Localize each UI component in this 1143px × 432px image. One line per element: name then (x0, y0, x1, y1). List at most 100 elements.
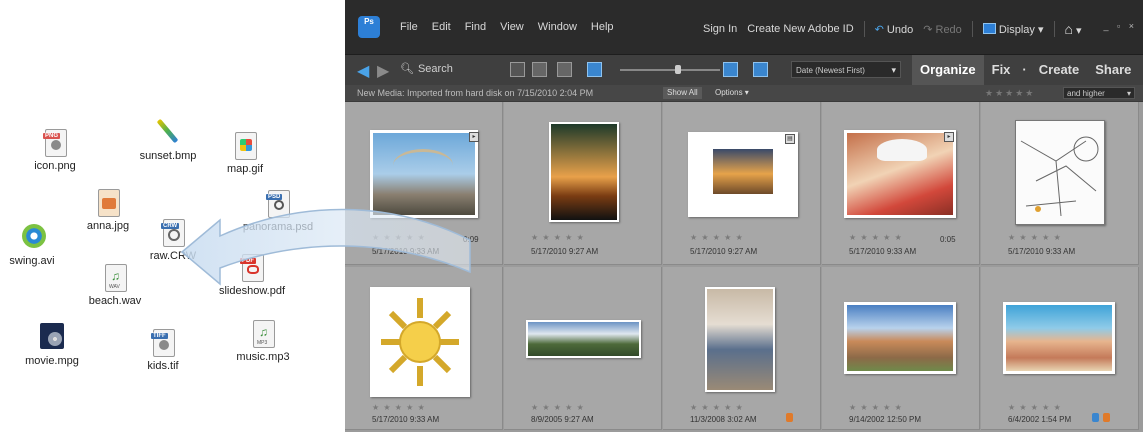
media-thumbnail[interactable]: ★ ★ ★ ★ ★ 9/14/2002 12:50 PM (822, 267, 980, 430)
crw-file-icon: CRW (160, 217, 186, 247)
media-thumbnail[interactable]: ▤ ★ ★ ★ ★ ★ 5/17/2010 9:27 AM (663, 102, 821, 265)
menu-file[interactable]: File (400, 21, 418, 33)
display-menu[interactable]: Display ▾ (982, 22, 1044, 36)
menu-help[interactable]: Help (591, 21, 614, 33)
star-rating[interactable]: ★ ★ ★ ★ ★ (690, 233, 744, 242)
star-rating[interactable]: ★ ★ ★ ★ ★ (372, 233, 426, 242)
search-dropdown-button[interactable] (510, 62, 525, 77)
show-all-button[interactable]: Show All (663, 87, 702, 99)
menu-view[interactable]: View (500, 21, 524, 33)
create-id-link[interactable]: Create New Adobe ID (747, 23, 853, 35)
media-date: 6/4/2002 1:54 PM (1008, 415, 1072, 424)
page-icon[interactable] (557, 62, 572, 77)
file-icon-pdf[interactable]: PDF slideshow.pdf (212, 252, 292, 297)
star-rating[interactable]: ★ ★ ★ ★ ★ (531, 233, 585, 242)
file-icon-avi[interactable]: swing.avi (0, 222, 72, 267)
file-icon-tif[interactable]: TIFF kids.tif (123, 327, 203, 372)
map-lines-graphic (1020, 136, 1099, 217)
media-date: 5/17/2010 9:33 AM (1008, 247, 1076, 256)
sun-graphic (381, 298, 459, 386)
zoom-slider[interactable] (620, 69, 720, 71)
file-icon-crw[interactable]: CRW raw.CRW (133, 217, 213, 262)
media-thumbnail[interactable]: ★ ★ ★ ★ ★ 11/3/2008 3:02 AM (663, 267, 821, 430)
file-icon-mp3[interactable]: ♫ MP3 music.mp3 (223, 318, 303, 363)
window-controls[interactable]: _ ▫ × (1104, 21, 1137, 31)
tif-file-icon: TIFF (150, 327, 176, 357)
search-input[interactable]: 🔍︎ Search (400, 62, 500, 76)
mode-tabs: Organize Fix · Create Share (912, 55, 1139, 85)
star-rating[interactable]: ★ ★ ★ ★ ★ (1008, 403, 1062, 412)
star-rating[interactable]: ★ ★ ★ ★ ★ (849, 233, 903, 242)
tab-share[interactable]: Share (1087, 55, 1139, 85)
home-button[interactable]: ⌂ ▾ (1065, 21, 1082, 37)
file-label: music.mp3 (236, 351, 290, 363)
photo-sunset-framed (688, 132, 798, 217)
full-screen-icon[interactable] (753, 62, 768, 77)
undo-button[interactable]: ↶ Undo (875, 23, 914, 36)
file-icon-png[interactable]: PNG icon.png (15, 127, 95, 172)
tab-separator: · (1022, 62, 1027, 77)
file-icon-gif[interactable]: map.gif (205, 130, 285, 175)
single-view-icon[interactable] (723, 62, 738, 77)
file-icon-bmp[interactable]: sunset.bmp (128, 117, 208, 162)
tab-organize[interactable]: Organize (912, 55, 984, 85)
sign-in-link[interactable]: Sign In (703, 23, 737, 35)
sort-order-select[interactable]: Date (Newest First) (791, 61, 901, 79)
menu-edit[interactable]: Edit (432, 21, 451, 33)
file-icon-psd[interactable]: PSD panorama.psd (238, 188, 318, 233)
media-grid: ▸ ★ ★ ★ ★ ★ 0:09 5/17/2010 9:33 AM ★ ★ ★… (345, 102, 1143, 432)
media-date: 9/14/2002 12:50 PM (849, 415, 922, 424)
photo-carousel (370, 130, 478, 218)
file-icon-wav[interactable]: ♫ WAV beach.wav (75, 262, 155, 307)
media-date: 5/17/2010 9:27 AM (531, 247, 599, 256)
image-file-icon: PNG (42, 127, 68, 157)
options-menu[interactable]: Options ▾ (715, 85, 749, 101)
media-thumbnail[interactable]: ★ ★ ★ ★ ★ 8/9/2005 9:27 AM (504, 267, 662, 430)
media-thumbnail[interactable]: ★ ★ ★ ★ ★ 6/4/2002 1:54 PM (981, 267, 1139, 430)
grid-view-icon[interactable] (587, 62, 602, 77)
photo-panorama (526, 320, 641, 358)
jpg-file-icon (95, 187, 121, 217)
media-thumbnail[interactable]: ▸ ★ ★ ★ ★ ★ 0:09 5/17/2010 9:33 AM (345, 102, 503, 265)
home-icon: ⌂ (1064, 21, 1073, 37)
file-label: raw.CRW (149, 250, 197, 262)
undo-label: Undo (886, 23, 914, 36)
file-label: movie.mpg (25, 355, 79, 367)
video-icon: ▸ (944, 132, 954, 142)
menu-window[interactable]: Window (538, 21, 577, 33)
star-rating[interactable]: ★ ★ ★ ★ ★ (372, 403, 426, 412)
tab-fix[interactable]: Fix (984, 55, 1019, 85)
duration-badge: 0:05 (940, 235, 956, 244)
redo-button[interactable]: ↷ Redo (923, 23, 962, 36)
divider (971, 21, 973, 37)
stack-icon[interactable] (532, 62, 547, 77)
back-arrow-icon[interactable]: ◀ (357, 61, 369, 81)
forward-arrow-icon[interactable]: ▶ (377, 61, 389, 81)
zoom-slider-handle[interactable] (675, 65, 681, 74)
file-label: beach.wav (88, 295, 142, 307)
file-icon-mpg[interactable]: movie.mpg (12, 322, 92, 367)
menu-find[interactable]: Find (465, 21, 486, 33)
rating-filter-select[interactable]: and higher ▾ (1063, 87, 1135, 99)
paint-brush-icon (155, 117, 181, 147)
media-thumbnail[interactable]: ★ ★ ★ ★ ★ 5/17/2010 9:33 AM (981, 102, 1139, 265)
media-thumbnail[interactable]: ▸ ★ ★ ★ ★ ★ 0:05 5/17/2010 9:33 AM (822, 102, 980, 265)
star-rating[interactable]: ★ ★ ★ ★ ★ (531, 403, 585, 412)
audio-file-icon: ♫ MP3 (250, 318, 276, 348)
media-thumbnail[interactable]: ★ ★ ★ ★ ★ 5/17/2010 9:33 AM (345, 267, 503, 430)
star-rating[interactable]: ★ ★ ★ ★ ★ (1008, 233, 1062, 242)
photo-kids (1003, 302, 1115, 374)
rating-filter-stars[interactable]: ★★★★★ (985, 85, 1035, 101)
divider (863, 21, 865, 37)
psd-file-icon: PSD (265, 188, 291, 218)
star-rating[interactable]: ★ ★ ★ ★ ★ (849, 403, 903, 412)
photo-ruins (844, 302, 956, 374)
tab-create[interactable]: Create (1031, 55, 1087, 85)
undo-icon: ↶ (874, 23, 884, 36)
media-thumbnail[interactable]: ★ ★ ★ ★ ★ 5/17/2010 9:27 AM (504, 102, 662, 265)
star-rating[interactable]: ★ ★ ★ ★ ★ (690, 403, 744, 412)
photo-woman (705, 287, 775, 392)
movie-file-icon (39, 322, 65, 352)
media-date: 5/17/2010 9:33 AM (849, 247, 917, 256)
audio-caption-icon (1103, 413, 1110, 422)
